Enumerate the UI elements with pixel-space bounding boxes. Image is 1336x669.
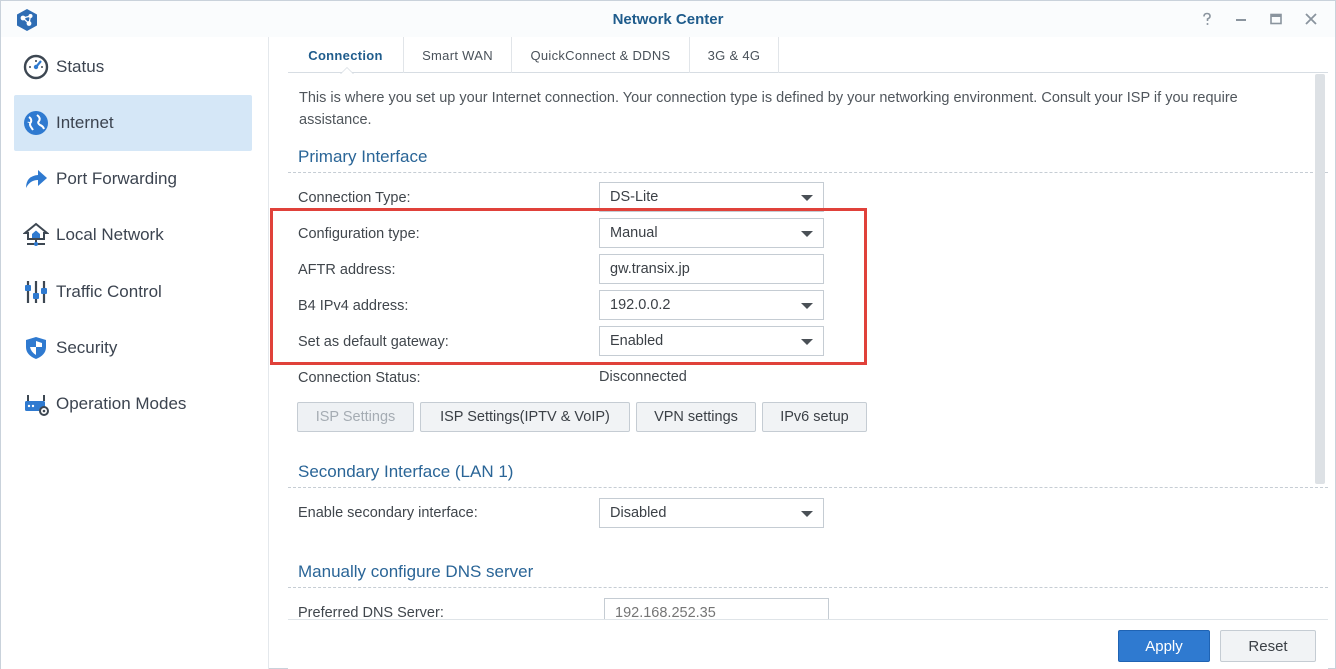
apply-button[interactable]: Apply (1118, 630, 1210, 662)
sidebar-item-label: Status (56, 57, 105, 76)
globe-icon (22, 109, 50, 137)
chevron-down-icon (801, 511, 813, 517)
tab-label: 3G & 4G (707, 47, 761, 63)
connection-status-label: Connection Status: (298, 370, 421, 386)
enable-secondary-interface-value: Disabled (610, 505, 667, 521)
sidebar-item-security[interactable]: Security (14, 320, 252, 376)
status-gauge-icon (22, 53, 50, 81)
reset-button[interactable]: Reset (1220, 630, 1316, 662)
vpn-settings-button[interactable]: VPN settings (636, 402, 756, 432)
sidebar-item-status[interactable]: Status (14, 39, 252, 95)
ipv6-setup-button[interactable]: IPv6 setup (762, 402, 867, 432)
sidebar-item-label: Port Forwarding (56, 169, 177, 188)
tab-smart-wan[interactable]: Smart WAN (404, 37, 512, 73)
title-bar: Network Center (1, 1, 1335, 37)
tab-label: Connection (308, 47, 383, 63)
sidebar-item-label: Security (56, 338, 118, 357)
connection-type-value: DS-Lite (610, 189, 659, 205)
connection-type-label: Connection Type: (298, 190, 411, 206)
tab-connection[interactable]: Connection (288, 37, 404, 74)
preferred-dns-label: Preferred DNS Server: (298, 605, 444, 619)
isp-iptv-voip-settings-button[interactable]: ISP Settings(IPTV & VoIP) (420, 402, 630, 432)
tab-bar: Connection Smart WAN QuickConnect & DDNS… (288, 37, 1328, 74)
minimize-icon[interactable] (1231, 9, 1251, 29)
sliders-icon (22, 278, 50, 306)
sidebar-item-label: Operation Modes (56, 394, 187, 413)
window-title: Network Center (612, 11, 724, 28)
description-text: This is where you set up your Internet c… (299, 90, 1238, 128)
primary-interface-title: Primary Interface (298, 147, 428, 166)
isp-settings-button[interactable]: ISP Settings (297, 402, 414, 432)
router-gear-icon (22, 390, 50, 418)
secondary-interface-title: Secondary Interface (LAN 1) (298, 462, 514, 481)
maximize-icon[interactable] (1266, 9, 1286, 29)
shield-icon (22, 334, 50, 362)
forward-arrow-icon (22, 165, 50, 193)
dns-server-title: Manually configure DNS server (298, 562, 534, 581)
enable-secondary-interface-label: Enable secondary interface: (298, 505, 478, 521)
close-icon[interactable] (1301, 9, 1321, 29)
footer-bar: Apply Reset (288, 619, 1328, 669)
home-network-icon (22, 221, 50, 249)
sidebar-item-local-network[interactable]: Local Network (14, 207, 252, 263)
chevron-down-icon (801, 195, 813, 201)
sidebar: Status Internet Port Forwarding Local Ne… (1, 37, 269, 669)
help-icon[interactable] (1197, 9, 1217, 29)
tab-label: QuickConnect & DDNS (530, 47, 671, 63)
section-divider (288, 487, 1328, 488)
sidebar-item-internet[interactable]: Internet (14, 95, 252, 151)
sidebar-item-label: Internet (56, 113, 114, 132)
sidebar-item-label: Traffic Control (56, 282, 162, 301)
sidebar-item-port-forwarding[interactable]: Port Forwarding (14, 151, 252, 207)
active-tab-indicator (340, 67, 354, 74)
sidebar-item-traffic-control[interactable]: Traffic Control (14, 264, 252, 320)
enable-secondary-interface-select[interactable]: Disabled (599, 498, 824, 528)
tab-label: Smart WAN (422, 47, 493, 63)
tab-quickconnect-ddns[interactable]: QuickConnect & DDNS (512, 37, 690, 73)
section-divider (288, 172, 1328, 173)
content-scrollbar[interactable] (1315, 74, 1325, 484)
connection-status-value: Disconnected (599, 369, 687, 385)
sidebar-item-operation-modes[interactable]: Operation Modes (14, 376, 252, 432)
network-center-window: Network Center Status Internet Port Forw… (0, 0, 1336, 669)
sidebar-item-label: Local Network (56, 225, 164, 244)
section-divider (288, 587, 1328, 588)
tab-3g-4g[interactable]: 3G & 4G (690, 37, 779, 73)
preferred-dns-input[interactable] (604, 598, 829, 619)
highlight-box (270, 208, 867, 365)
